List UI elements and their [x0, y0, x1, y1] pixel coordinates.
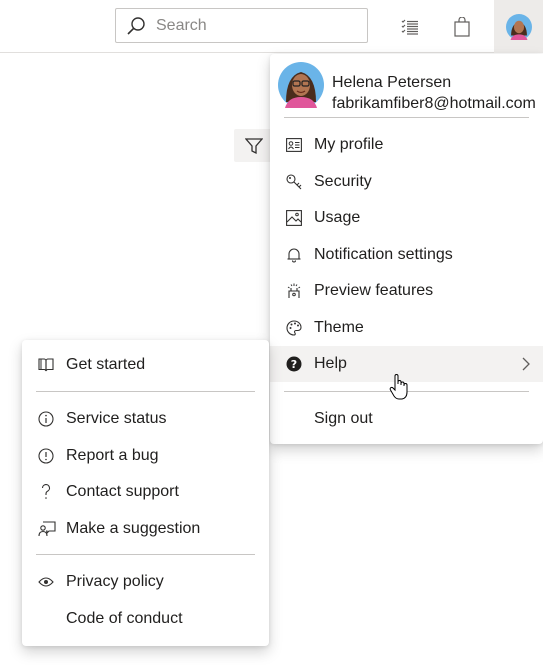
menu-item-label: Get started [66, 356, 146, 373]
help-item-report-a-bug[interactable]: Report a bug [22, 438, 269, 474]
help-item-privacy-policy[interactable]: Privacy policy [22, 564, 269, 600]
menu-item-notification-settings[interactable]: Notification settings [270, 237, 543, 273]
menu-item-label: Report a bug [66, 447, 159, 464]
menu-item-label: Security [314, 173, 372, 190]
menu-item-label: Code of conduct [66, 610, 183, 627]
menu-item-label: Privacy policy [66, 573, 164, 590]
menu-item-my-profile[interactable]: My profile [270, 127, 543, 163]
help-item-contact-support[interactable]: Contact support [22, 474, 269, 510]
menu-item-security[interactable]: Security [270, 164, 543, 200]
alert-icon [36, 438, 66, 474]
task-list-icon[interactable] [386, 0, 434, 53]
preview-sparkle-icon [284, 273, 314, 309]
chevron-right-icon [521, 356, 531, 372]
profile-header: Helena Petersen fabrikamfiber8@hotmail.c… [278, 62, 543, 112]
bell-icon [284, 237, 314, 273]
user-name: Helena Petersen [332, 74, 452, 91]
key-icon [284, 164, 314, 200]
menu-item-label: Usage [314, 209, 361, 226]
avatar-button[interactable] [494, 0, 543, 53]
menu-item-label: Make a suggestion [66, 520, 201, 537]
avatar [505, 13, 532, 40]
divider [36, 391, 255, 392]
search-input[interactable]: Search [156, 17, 207, 35]
menu-item-label: Theme [314, 319, 364, 336]
menu-item-label: Preview features [314, 282, 434, 299]
feedback-icon [36, 511, 66, 547]
hand-cursor-icon [389, 373, 411, 401]
question-icon [36, 474, 66, 510]
filter-button[interactable] [234, 129, 274, 162]
palette-icon [284, 310, 314, 346]
eye-icon [36, 564, 66, 600]
help-circle-icon: ? [284, 346, 314, 382]
help-item-make-a-suggestion[interactable]: Make a suggestion [22, 511, 269, 547]
filter-icon [245, 137, 263, 154]
menu-item-label: Contact support [66, 483, 179, 500]
search-icon [116, 8, 156, 43]
help-item-code-of-conduct[interactable]: Code of conduct [22, 601, 269, 637]
contact-card-icon [284, 127, 314, 163]
sign-out-label: Sign out [314, 410, 373, 427]
menu-item-usage[interactable]: Usage [270, 200, 543, 236]
help-submenu: Get started Service status Report a bug [22, 340, 269, 646]
menu-item-theme[interactable]: Theme [270, 310, 543, 346]
info-icon [36, 401, 66, 437]
search-box[interactable]: Search [115, 8, 368, 43]
help-item-service-status[interactable]: Service status [22, 401, 269, 437]
svg-text:?: ? [291, 358, 297, 371]
user-email: fabrikamfiber8@hotmail.com [332, 95, 536, 112]
shopping-bag-icon[interactable] [438, 0, 486, 53]
sign-out-button[interactable]: Sign out [270, 401, 543, 437]
book-icon [36, 347, 66, 383]
menu-item-preview-features[interactable]: Preview features [270, 273, 543, 309]
help-item-get-started[interactable]: Get started [22, 347, 269, 383]
divider [284, 117, 529, 118]
picture-icon [284, 200, 314, 236]
menu-item-label: Notification settings [314, 246, 453, 263]
avatar [278, 62, 324, 108]
divider [36, 554, 255, 555]
top-bar: Search [0, 0, 543, 53]
menu-item-label: Service status [66, 410, 167, 427]
menu-item-label: My profile [314, 136, 384, 153]
menu-item-label: Help [314, 355, 347, 372]
